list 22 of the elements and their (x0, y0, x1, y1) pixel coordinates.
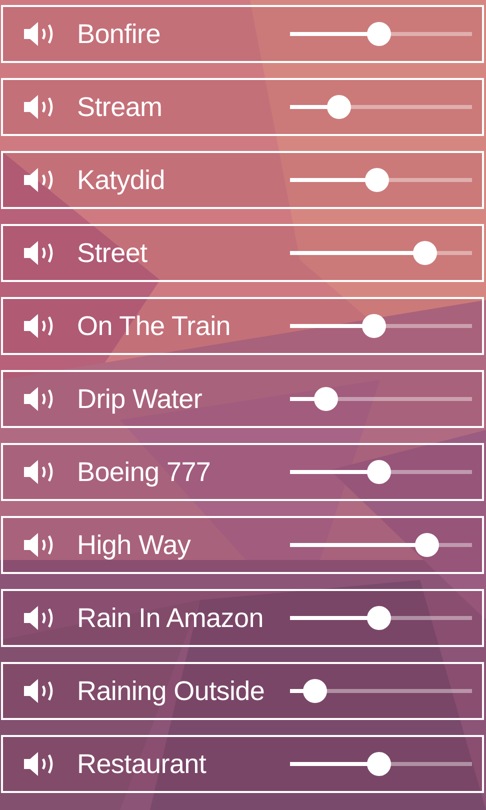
sound-name: Bonfire (77, 18, 162, 50)
volume-slider[interactable] (290, 95, 472, 119)
sound-name: Raining Outside (77, 676, 266, 706)
volume-slider[interactable] (290, 387, 472, 411)
volume-slider[interactable] (290, 168, 472, 192)
sound-name: High Way (77, 530, 192, 560)
volume-slider[interactable] (290, 241, 472, 265)
sound-name: Boeing 777 (77, 456, 212, 488)
sound-name: Street (77, 238, 148, 268)
sound-name: Stream (77, 92, 164, 122)
sound-name: On The Train (77, 310, 232, 342)
volume-slider[interactable] (290, 22, 472, 46)
sound-name: Restaurant (77, 748, 208, 780)
volume-slider[interactable] (290, 606, 472, 630)
sound-name: Drip Water (77, 384, 204, 414)
volume-slider[interactable] (290, 679, 472, 703)
sound-name: Rain In Amazon (77, 602, 264, 634)
volume-slider[interactable] (290, 752, 472, 776)
volume-slider[interactable] (290, 314, 472, 338)
sound-name: Katydid (77, 164, 166, 196)
volume-slider[interactable] (290, 460, 472, 484)
volume-slider[interactable] (290, 533, 472, 557)
